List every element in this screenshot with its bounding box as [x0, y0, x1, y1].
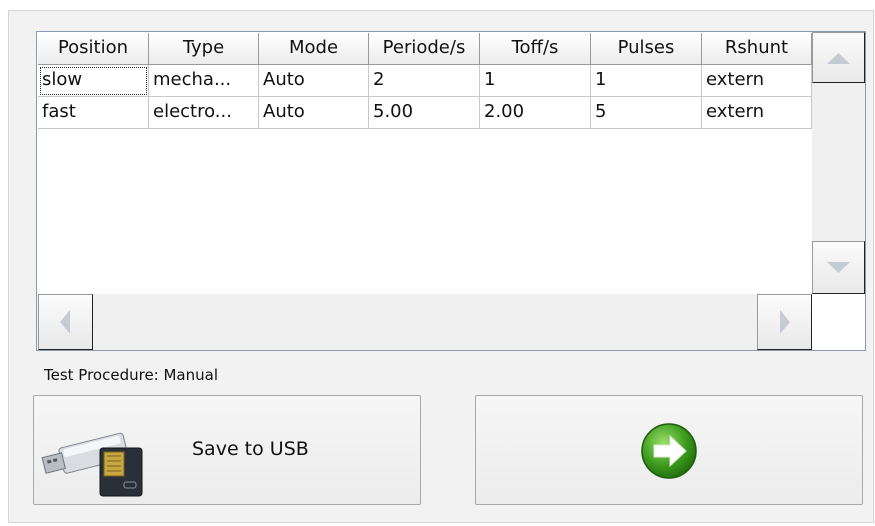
scrollbar-corner [812, 294, 865, 350]
table-cell[interactable]: fast [38, 97, 149, 129]
scroll-left-button[interactable] [38, 294, 93, 350]
next-arrow-icon [640, 422, 698, 484]
table-cell[interactable]: mecha... [149, 65, 259, 97]
table-header-row: Position Type Mode Periode/s Toff/s Puls… [38, 33, 812, 65]
save-to-usb-button[interactable]: Save to USB [33, 395, 421, 505]
arrow-left-icon [60, 310, 70, 334]
column-header-mode[interactable]: Mode [259, 33, 369, 65]
usb-drive-icon [40, 418, 150, 504]
test-procedure-label: Test Procedure: Manual [44, 366, 219, 384]
table-cell[interactable]: extern [702, 65, 812, 97]
table-cell[interactable]: slow [38, 65, 149, 97]
table-grid: Position Type Mode Periode/s Toff/s Puls… [38, 33, 812, 129]
table-cell[interactable]: 1 [591, 65, 702, 97]
table-row[interactable]: slow mecha... Auto 2 1 1 extern [38, 65, 812, 97]
table-cell[interactable]: 2.00 [480, 97, 591, 129]
column-header-rshunt[interactable]: Rshunt [702, 33, 812, 65]
table-cell[interactable]: Auto [259, 65, 369, 97]
scroll-down-button[interactable] [812, 241, 865, 294]
table-cell[interactable]: Auto [259, 97, 369, 129]
column-header-position[interactable]: Position [38, 33, 149, 65]
next-button[interactable] [475, 395, 863, 505]
scroll-up-button[interactable] [812, 32, 865, 83]
column-header-periode[interactable]: Periode/s [369, 33, 480, 65]
vertical-scrollbar[interactable] [812, 32, 865, 294]
column-header-toff[interactable]: Toff/s [480, 33, 591, 65]
column-header-pulses[interactable]: Pulses [591, 33, 702, 65]
table-cell[interactable]: 5.00 [369, 97, 480, 129]
arrow-up-icon [827, 53, 850, 64]
arrow-right-icon [780, 310, 790, 334]
arrow-down-icon [827, 262, 850, 273]
table-cell[interactable]: 5 [591, 97, 702, 129]
table-cell[interactable]: electro... [149, 97, 259, 129]
table-row[interactable]: fast electro... Auto 5.00 2.00 5 extern [38, 97, 812, 129]
settings-table[interactable]: Position Type Mode Periode/s Toff/s Puls… [36, 31, 866, 351]
table-cell[interactable]: 1 [480, 65, 591, 97]
horizontal-scrollbar[interactable] [37, 294, 812, 350]
table-cell[interactable]: extern [702, 97, 812, 129]
scroll-right-button[interactable] [757, 294, 812, 350]
table-cell[interactable]: 2 [369, 65, 480, 97]
save-to-usb-label: Save to USB [192, 438, 309, 460]
column-header-type[interactable]: Type [149, 33, 259, 65]
